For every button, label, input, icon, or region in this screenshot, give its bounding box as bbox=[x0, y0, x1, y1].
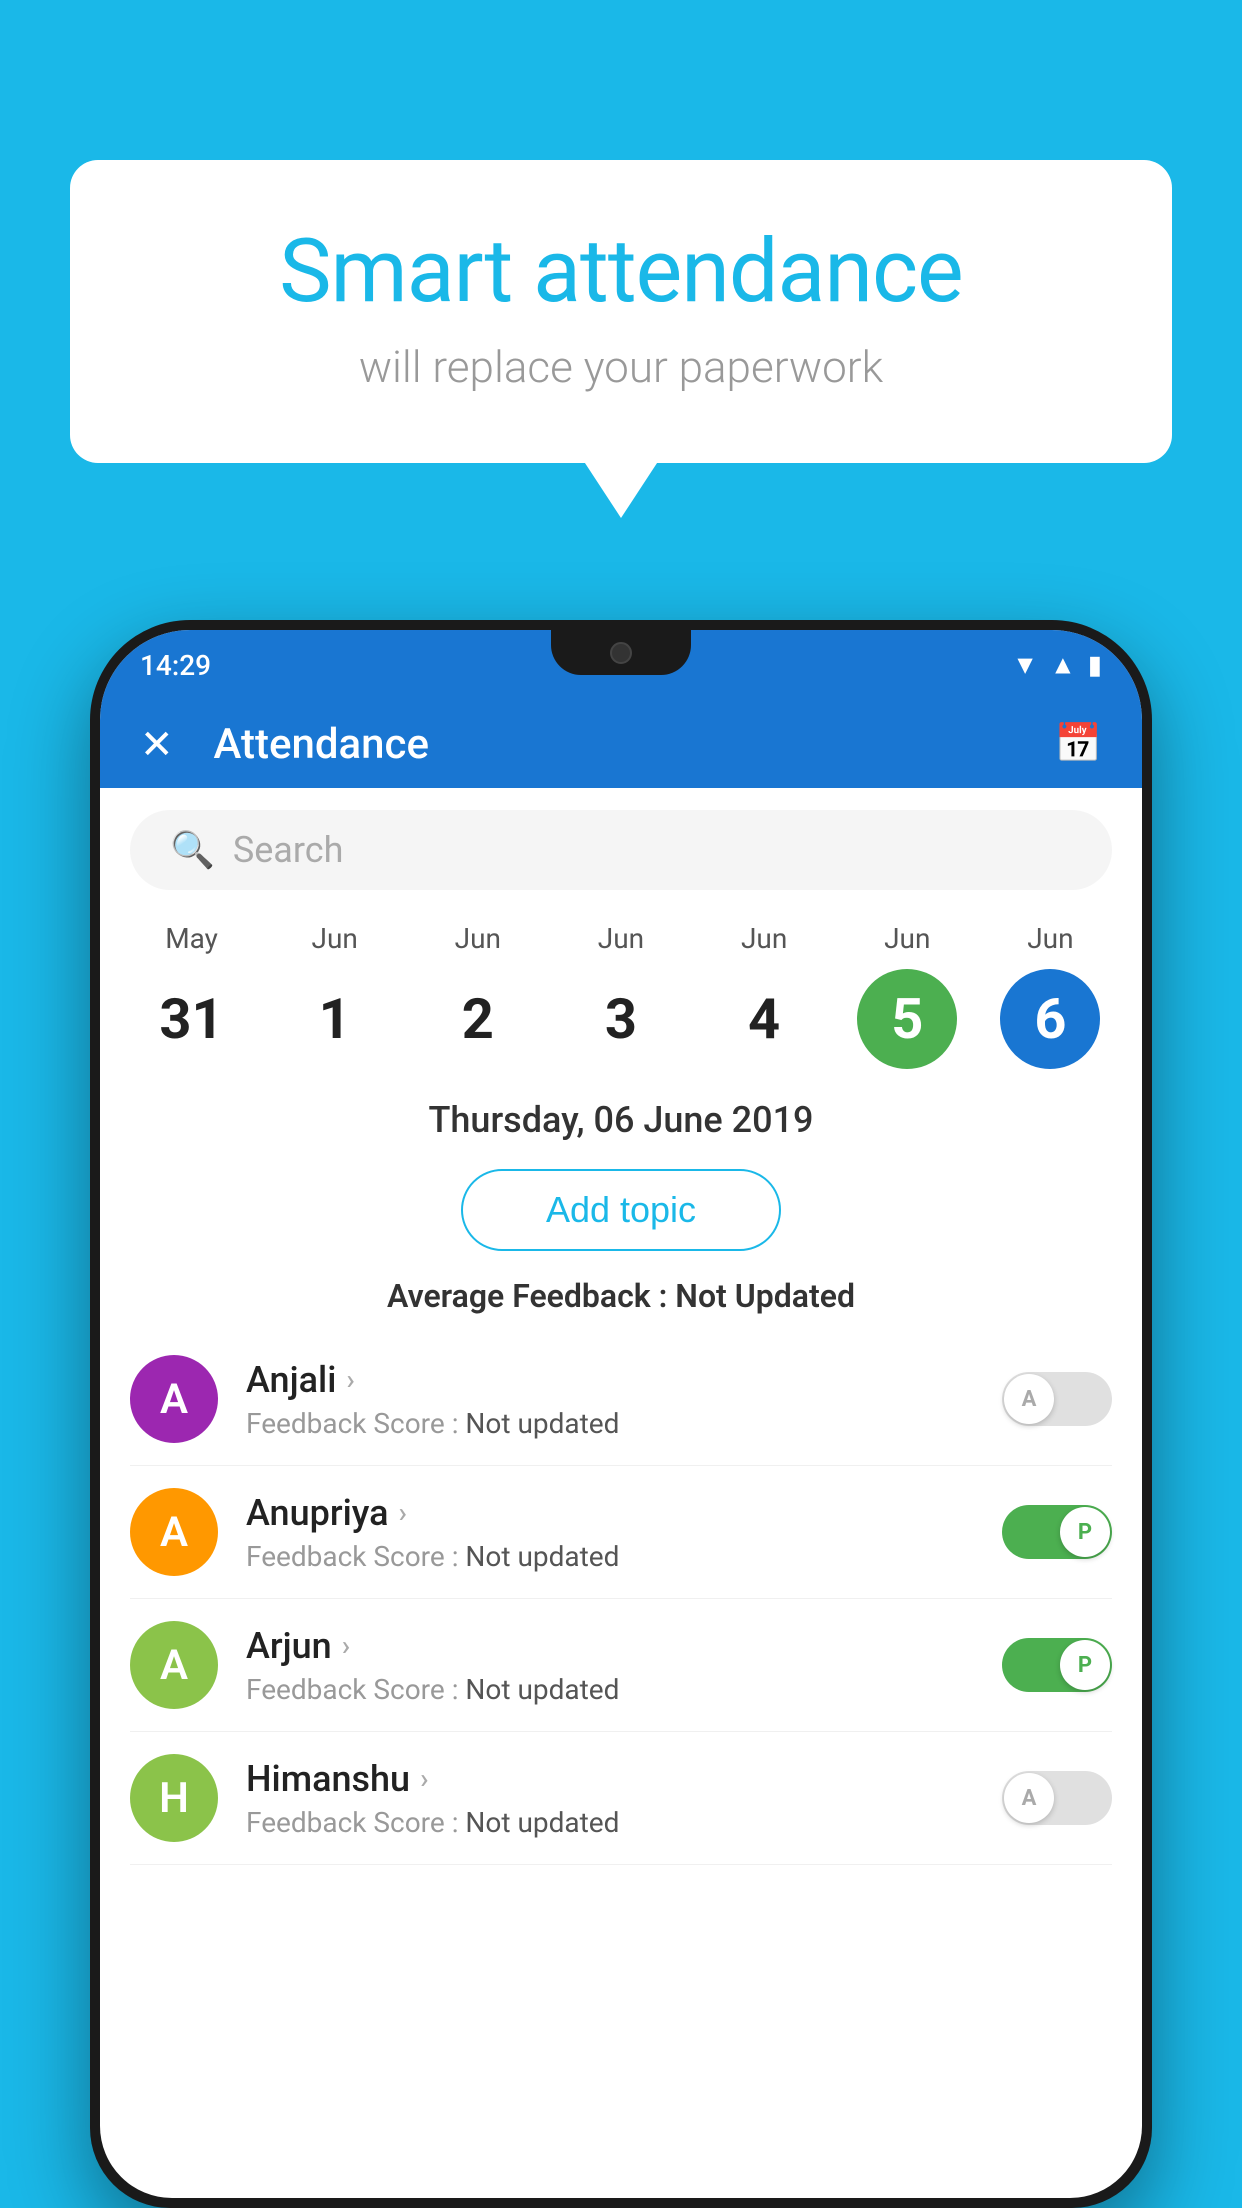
chevron-icon: › bbox=[420, 1762, 428, 1795]
calendar-day[interactable]: Jun2 bbox=[418, 922, 538, 1069]
speech-bubble: Smart attendance will replace your paper… bbox=[70, 160, 1172, 463]
avatar: A bbox=[130, 1355, 218, 1443]
calendar-day[interactable]: Jun3 bbox=[561, 922, 681, 1069]
selected-date: Thursday, 06 June 2019 bbox=[100, 1089, 1142, 1151]
avg-feedback-value: Not Updated bbox=[675, 1277, 855, 1315]
bubble-title: Smart attendance bbox=[150, 220, 1092, 323]
feedback-score: Feedback Score : Not updated bbox=[246, 1540, 974, 1573]
status-icons: ▼ ▲ ▮ bbox=[1012, 650, 1102, 681]
student-info: Anjali › Feedback Score : Not updated bbox=[246, 1359, 974, 1440]
search-bar[interactable]: 🔍 Search bbox=[130, 810, 1112, 890]
list-item[interactable]: A Arjun › Feedback Score : Not updated P bbox=[130, 1599, 1112, 1732]
search-icon: 🔍 bbox=[170, 829, 215, 871]
calendar-day[interactable]: Jun1 bbox=[275, 922, 395, 1069]
calendar-day[interactable]: May31 bbox=[132, 922, 252, 1069]
bubble-subtitle: will replace your paperwork bbox=[150, 341, 1092, 393]
phone-frame: 14:29 ▼ ▲ ▮ ✕ Attendance 📅 🔍 Search May3… bbox=[90, 620, 1152, 2208]
attendance-toggle[interactable]: A bbox=[1002, 1372, 1112, 1426]
calendar-icon[interactable]: 📅 bbox=[1055, 722, 1102, 766]
page-title: Attendance bbox=[214, 720, 1055, 769]
close-button[interactable]: ✕ bbox=[140, 721, 174, 768]
list-item[interactable]: H Himanshu › Feedback Score : Not updated A bbox=[130, 1732, 1112, 1865]
notch bbox=[551, 630, 691, 675]
battery-icon: ▮ bbox=[1088, 650, 1102, 680]
calendar-day[interactable]: Jun5 bbox=[847, 922, 967, 1069]
list-item[interactable]: A Anupriya › Feedback Score : Not updated P bbox=[130, 1466, 1112, 1599]
list-item[interactable]: A Anjali › Feedback Score : Not updated A bbox=[130, 1333, 1112, 1466]
chevron-icon: › bbox=[399, 1496, 407, 1529]
app-header: ✕ Attendance 📅 bbox=[100, 700, 1142, 788]
wifi-icon: ▼ bbox=[1012, 650, 1038, 681]
avg-feedback: Average Feedback : Not Updated bbox=[100, 1269, 1142, 1333]
avatar: A bbox=[130, 1488, 218, 1576]
student-name: Arjun › bbox=[246, 1625, 974, 1667]
student-name: Anupriya › bbox=[246, 1492, 974, 1534]
feedback-score: Feedback Score : Not updated bbox=[246, 1407, 974, 1440]
student-list: AAnjali ›Feedback Score : Not updatedAAA… bbox=[100, 1333, 1142, 1865]
chevron-icon: › bbox=[342, 1629, 350, 1662]
student-name: Anjali › bbox=[246, 1359, 974, 1401]
status-bar: 14:29 ▼ ▲ ▮ bbox=[100, 630, 1142, 700]
student-info: Anupriya › Feedback Score : Not updated bbox=[246, 1492, 974, 1573]
calendar-strip: May31Jun1Jun2Jun3Jun4Jun5Jun6 bbox=[100, 912, 1142, 1089]
avatar: A bbox=[130, 1621, 218, 1709]
student-info: Himanshu › Feedback Score : Not updated bbox=[246, 1758, 974, 1839]
student-info: Arjun › Feedback Score : Not updated bbox=[246, 1625, 974, 1706]
signal-icon: ▲ bbox=[1050, 650, 1076, 681]
feedback-score: Feedback Score : Not updated bbox=[246, 1673, 974, 1706]
status-time: 14:29 bbox=[140, 649, 211, 682]
camera bbox=[610, 642, 632, 664]
avatar: H bbox=[130, 1754, 218, 1842]
calendar-day[interactable]: Jun4 bbox=[704, 922, 824, 1069]
attendance-toggle[interactable]: A bbox=[1002, 1771, 1112, 1825]
calendar-day[interactable]: Jun6 bbox=[990, 922, 1110, 1069]
attendance-toggle[interactable]: P bbox=[1002, 1505, 1112, 1559]
attendance-toggle[interactable]: P bbox=[1002, 1638, 1112, 1692]
chevron-icon: › bbox=[346, 1363, 354, 1396]
student-name: Himanshu › bbox=[246, 1758, 974, 1800]
search-input[interactable]: Search bbox=[233, 829, 344, 871]
add-topic-button[interactable]: Add topic bbox=[461, 1169, 781, 1251]
phone-inner: 14:29 ▼ ▲ ▮ ✕ Attendance 📅 🔍 Search May3… bbox=[100, 630, 1142, 2198]
feedback-score: Feedback Score : Not updated bbox=[246, 1806, 974, 1839]
